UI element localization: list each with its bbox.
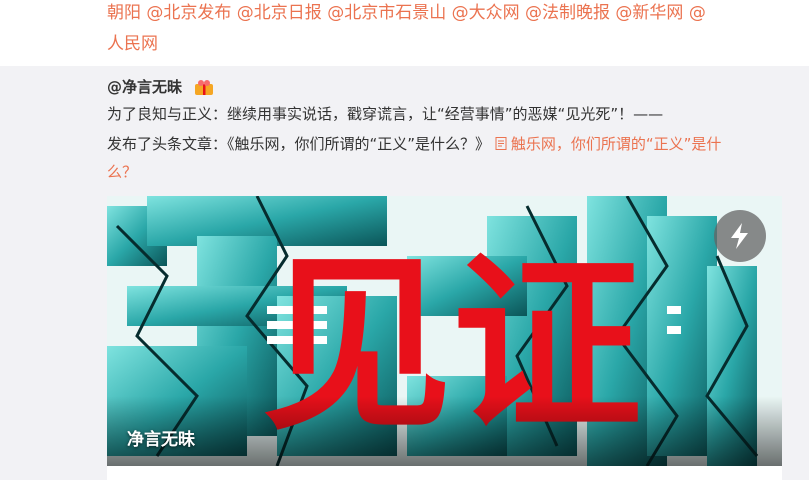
mentions-line[interactable]: 朝阳 @北京发布 @北京日报 @北京市石景山 @大众网 @法制晚报 @新华网 @ [107,0,797,26]
article-link-text[interactable]: 触乐网，你们所谓的“正义”是什 [511,135,722,153]
mentions-panel: 朝阳 @北京发布 @北京日报 @北京市石景山 @大众网 @法制晚报 @新华网 @… [0,0,809,66]
mentions-line-2[interactable]: 人民网 [107,31,797,57]
article-cover-image[interactable]: 见证 净言无昧 [107,196,782,466]
lightning-icon [731,223,748,249]
flash-button[interactable] [714,210,766,262]
article-link[interactable]: 触乐网，你们所谓的“正义”是什 [495,135,722,153]
article-link-text-2[interactable]: 么？ [107,163,137,181]
post-author[interactable]: @净言无昧 [107,76,182,98]
post-text-line2: 发布了头条文章：《触乐网，你们所谓的“正义”是什么？》 触乐网，你们所谓的“正义… [107,133,721,155]
caption-gradient [107,396,782,466]
document-icon [495,137,507,150]
image-caption: 净言无昧 [127,430,195,450]
post-text: 为了良知与正义：继续用事实说话，戳穿谎言，让“经营事情”的恶媒“见光死”！—— [107,105,664,123]
card-footer [107,466,782,480]
gift-badge-icon [195,80,213,95]
article-link-continuation[interactable]: 么？ [107,161,137,183]
article-prefix: 发布了头条文章：《触乐网，你们所谓的“正义”是什么？》 [107,135,491,153]
